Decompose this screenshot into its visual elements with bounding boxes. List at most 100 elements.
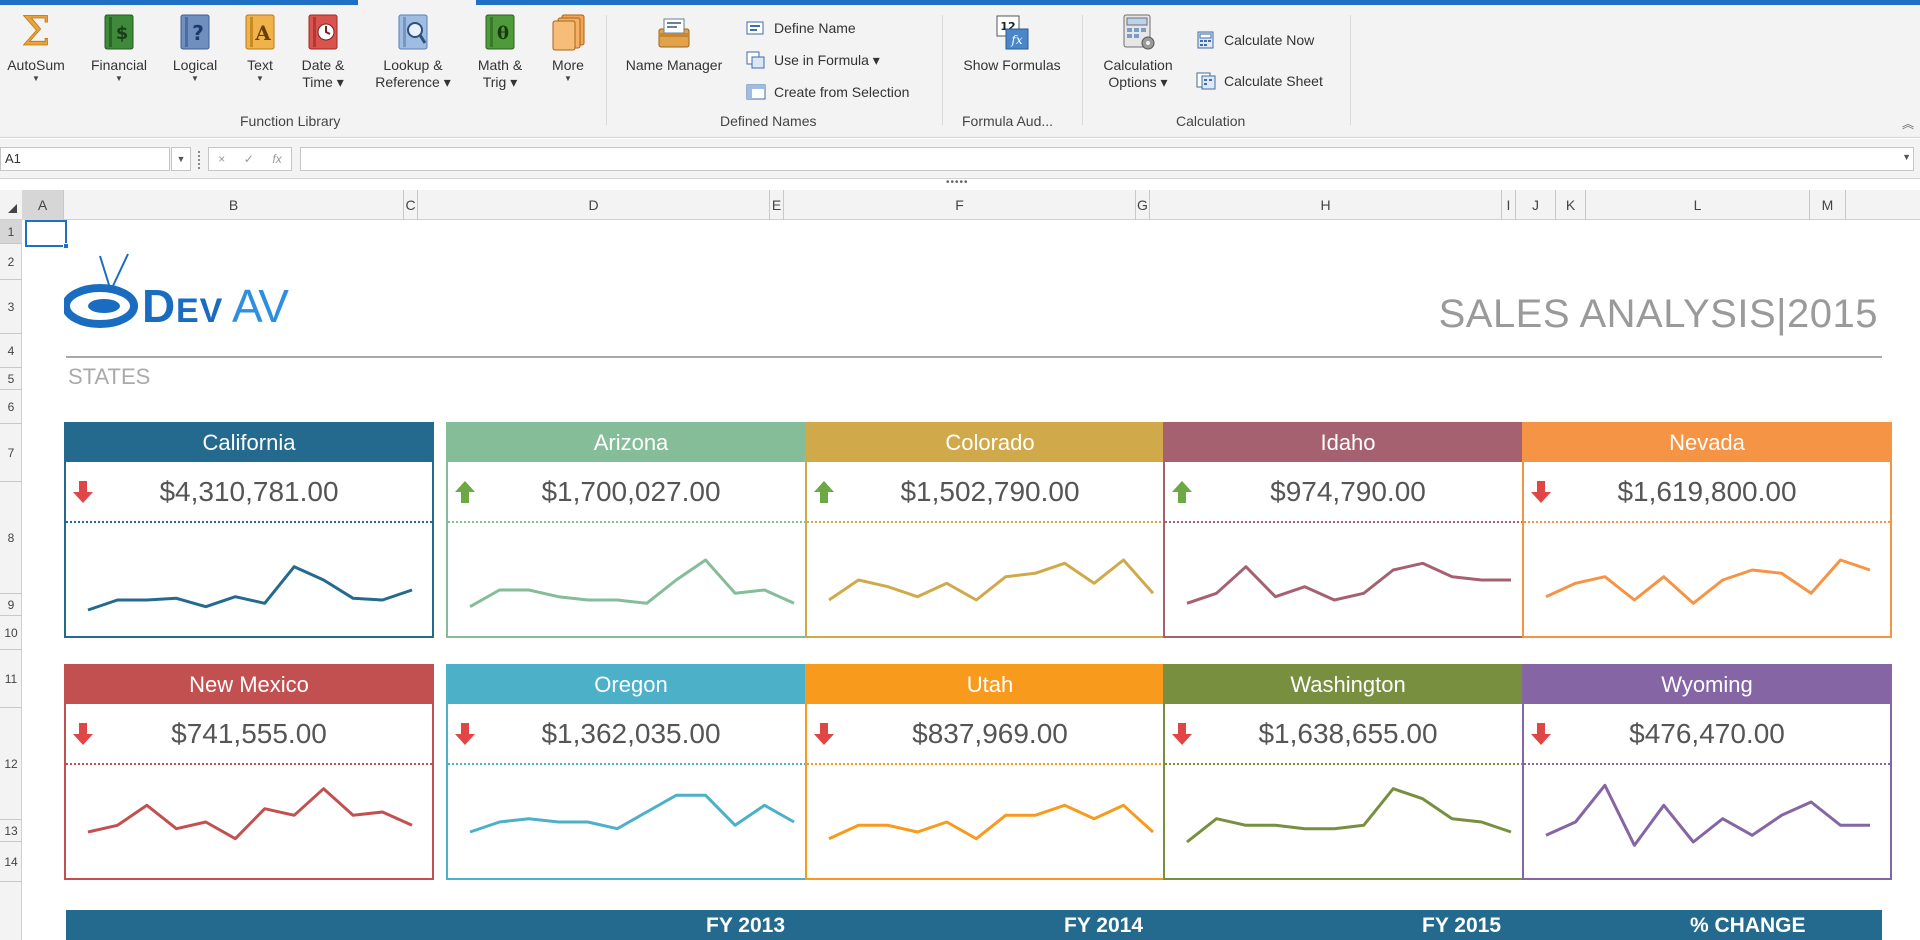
name-box[interactable]: A1: [0, 147, 170, 171]
cancel-formula-icon[interactable]: ×: [218, 152, 225, 166]
create-from-selection-icon: [746, 84, 766, 100]
trend-down-arrow-icon: [1531, 723, 1551, 745]
column-header[interactable]: I: [1502, 190, 1516, 220]
column-header[interactable]: D: [418, 190, 770, 220]
row-header[interactable]: 1: [0, 220, 22, 244]
column-header[interactable]: G: [1136, 190, 1150, 220]
calculate-now-label: Calculate Now: [1224, 32, 1315, 48]
text-function-icon: A: [245, 14, 275, 50]
column-header[interactable]: B: [64, 190, 404, 220]
financial-button[interactable]: $ Financial ▼: [84, 13, 154, 84]
calculation-options-button[interactable]: Calculation Options ▾: [1090, 13, 1186, 91]
create-from-selection-button[interactable]: Create from Selection: [746, 83, 909, 101]
table-header-fy2013: FY 2013: [706, 914, 786, 937]
state-sales-value: $476,470.00: [1629, 718, 1785, 749]
calculation-options-label-line1: Calculation: [1103, 57, 1173, 73]
sparkline-series: [87, 787, 413, 841]
sales-sparkline: [1186, 561, 1511, 605]
dropdown-arrow-icon: ▼: [256, 74, 264, 83]
column-header[interactable]: M: [1810, 190, 1846, 220]
show-formulas-icon: 12fx: [996, 15, 1029, 50]
math-trig-label-line2: Trig ▾: [482, 74, 518, 90]
expand-formula-bar-icon[interactable]: ▼: [1902, 152, 1911, 162]
sales-sparkline: [828, 803, 1155, 841]
text-function-button[interactable]: A Text ▼: [234, 13, 286, 84]
row-header[interactable]: 10: [0, 616, 22, 650]
state-card: Arizona $1,700,027.00: [446, 422, 816, 638]
title-divider: [66, 356, 1882, 358]
enter-formula-icon[interactable]: ✓: [244, 152, 254, 166]
row-header[interactable]: 6: [0, 390, 22, 424]
trend-down-arrow-icon: [814, 723, 834, 745]
autosum-label: AutoSum: [7, 57, 65, 73]
column-header[interactable]: E: [770, 190, 784, 220]
state-card-title: Utah: [807, 666, 1173, 704]
column-header[interactable]: K: [1556, 190, 1586, 220]
column-header[interactable]: A: [22, 190, 64, 220]
row-header[interactable]: 12: [0, 708, 22, 820]
logical-icon: ?: [180, 14, 210, 50]
autosum-icon: Σ: [21, 13, 50, 51]
column-header[interactable]: J: [1516, 190, 1556, 220]
sparkline-series: [87, 565, 413, 612]
column-header[interactable]: C: [404, 190, 418, 220]
row-header[interactable]: 4: [0, 334, 22, 368]
trend-up-arrow-icon: [1172, 481, 1192, 503]
name-manager-button[interactable]: Name Manager: [614, 13, 734, 74]
row-header[interactable]: 3: [0, 280, 22, 334]
column-header[interactable]: F: [784, 190, 1136, 220]
calculation-options-icon: [1123, 14, 1155, 50]
row-header[interactable]: 7: [0, 424, 22, 482]
state-card-title: Idaho: [1165, 424, 1531, 462]
state-card: Oregon $1,362,035.00: [446, 664, 816, 880]
section-label-states: STATES: [68, 364, 151, 389]
name-box-dropdown-icon[interactable]: ▼: [171, 147, 191, 171]
formula-input[interactable]: ▼: [300, 147, 1914, 171]
column-header[interactable]: H: [1150, 190, 1502, 220]
state-sales-value: $974,790.00: [1270, 476, 1426, 507]
trend-up-arrow-icon: [814, 481, 834, 503]
row-header[interactable]: 9: [0, 594, 22, 616]
row-header[interactable]: 13: [0, 820, 22, 842]
more-functions-button[interactable]: More ▼: [540, 13, 596, 84]
calculate-sheet-button[interactable]: Calculate Sheet: [1196, 72, 1323, 90]
insert-function-icon[interactable]: fx: [272, 152, 281, 166]
column-header[interactable]: L: [1586, 190, 1810, 220]
financial-icon: $: [104, 14, 134, 50]
active-cell-selection[interactable]: [25, 220, 69, 249]
sparkline-series: [828, 803, 1155, 841]
sparkline-series: [1186, 787, 1512, 844]
pane-splitter-grip[interactable]: •••••: [946, 177, 969, 188]
card-divider: [1165, 521, 1531, 523]
calculate-now-button[interactable]: Calculate Now: [1196, 31, 1314, 49]
autosum-button[interactable]: Σ AutoSum ▼: [2, 13, 70, 84]
formula-bar-grip[interactable]: [198, 151, 202, 169]
show-formulas-button[interactable]: 12 fx Show Formulas: [950, 13, 1074, 74]
use-in-formula-button[interactable]: Use in Formula ▾: [746, 51, 880, 69]
lookup-reference-button[interactable]: Lookup & Reference ▾: [372, 13, 454, 91]
row-header[interactable]: 5: [0, 368, 22, 390]
state-card: Utah $837,969.00: [805, 664, 1175, 880]
state-card-title: Oregon: [448, 666, 814, 704]
create-from-selection-label: Create from Selection: [774, 84, 910, 100]
select-all-corner[interactable]: [0, 190, 22, 220]
row-headers: 1 2 3 4 5 6 7 8 9 10 11 12 13 14: [0, 220, 22, 940]
financial-label: Financial: [90, 57, 148, 73]
card-divider: [1524, 521, 1890, 523]
state-card-title: Washington: [1165, 666, 1531, 704]
math-trig-button[interactable]: θ Math & Trig ▾: [468, 13, 532, 91]
sparkline-series: [1186, 561, 1511, 605]
collapse-ribbon-icon[interactable]: ︽: [1902, 115, 1914, 132]
state-sales-value: $1,700,027.00: [541, 476, 721, 507]
logical-button[interactable]: ? Logical ▼: [162, 13, 228, 84]
date-time-button[interactable]: Date & Time ▾: [292, 13, 354, 91]
row-header[interactable]: 8: [0, 482, 22, 594]
row-header[interactable]: 2: [0, 244, 22, 280]
state-card-title: Nevada: [1524, 424, 1890, 462]
row-header[interactable]: 11: [0, 650, 22, 708]
row-header[interactable]: 14: [0, 842, 22, 882]
define-name-button[interactable]: Define Name: [746, 19, 856, 37]
table-header-percent-change: % CHANGE: [1690, 914, 1806, 937]
card-divider: [807, 763, 1173, 765]
table-header-fy2014: FY 2014: [1064, 914, 1144, 937]
